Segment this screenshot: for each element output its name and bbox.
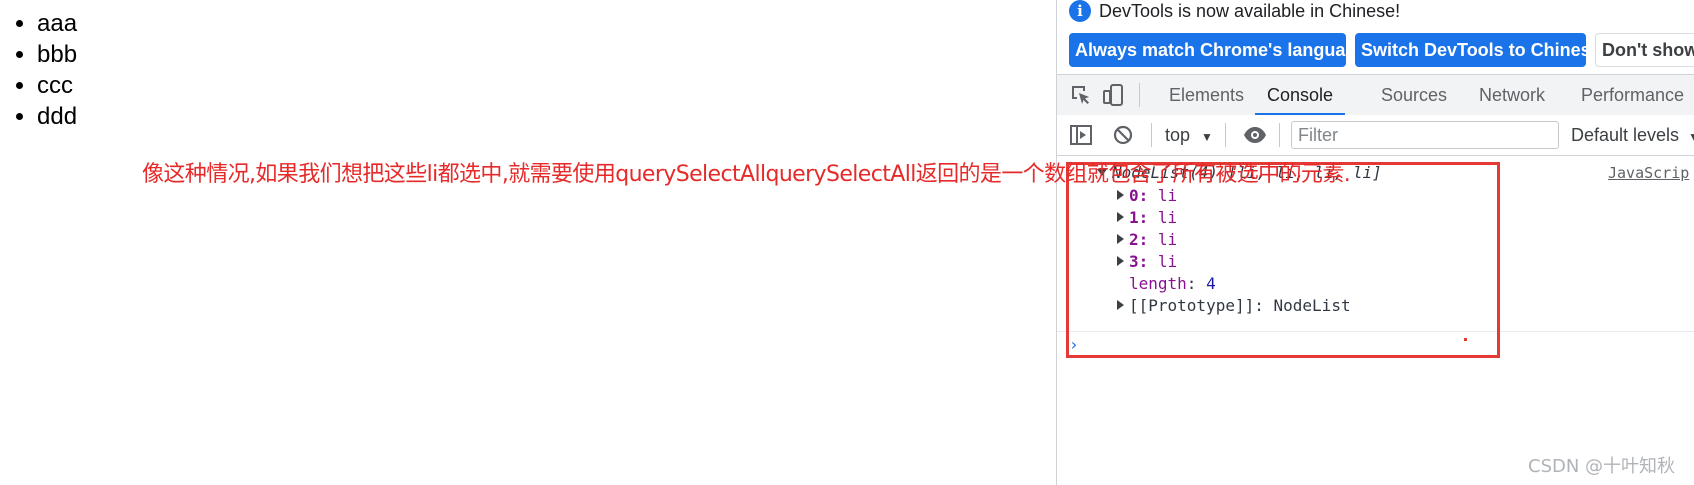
log-levels-dropdown[interactable]: Default levels ▼ (1571, 115, 1694, 155)
separator (1151, 123, 1152, 147)
tab-sources[interactable]: Sources (1381, 75, 1447, 115)
list-item: aaa (37, 8, 77, 39)
filter-input[interactable]: Filter (1291, 121, 1559, 149)
device-toolbar-icon[interactable] (1101, 83, 1125, 107)
clear-console-icon[interactable] (1111, 123, 1135, 147)
tab-performance[interactable]: Performance (1581, 75, 1684, 115)
devtools-tabbar: Elements Console Sources Network Perform… (1057, 74, 1694, 116)
chevron-down-icon: ▼ (1688, 130, 1694, 144)
switch-to-chinese-button[interactable]: Switch DevTools to Chinese (1355, 33, 1601, 67)
inspect-element-icon[interactable] (1069, 83, 1093, 107)
sidebar-toggle-icon[interactable] (1069, 123, 1093, 147)
context-label: top (1165, 125, 1191, 145)
chevron-down-icon: ▼ (1201, 130, 1213, 144)
highlight-box (1066, 162, 1500, 358)
red-dot-mark (1464, 338, 1467, 341)
watermark: CSDN @十叶知秋 (1528, 456, 1676, 477)
log-levels-label: Default levels (1571, 125, 1680, 145)
separator (1139, 83, 1140, 107)
console-toolbar: top ▼ Filter Default levels ▼ (1057, 115, 1694, 156)
list-item: ccc (37, 70, 77, 101)
page-list: aaa bbb ccc ddd (16, 8, 77, 132)
list-item: bbb (37, 39, 77, 70)
tab-console[interactable]: Console (1255, 75, 1346, 115)
infobar-message: DevTools is now available in Chinese! (1099, 1, 1401, 21)
list-item: ddd (37, 101, 77, 132)
match-language-button[interactable]: Always match Chrome's language (1069, 33, 1366, 67)
dont-show-button[interactable]: Don't show (1595, 33, 1694, 67)
language-infobar: i DevTools is now available in Chinese! … (1057, 0, 1694, 72)
context-selector[interactable]: top ▼ (1165, 115, 1213, 155)
source-link[interactable]: JavaScrip (1608, 164, 1689, 182)
tab-network[interactable]: Network (1479, 75, 1545, 115)
annotation-text: 像这种情况,如果我们想把这些li都选中,就需要使用querySelectAllq… (142, 162, 1351, 187)
separator (1279, 123, 1280, 147)
separator (1225, 123, 1226, 147)
tab-elements[interactable]: Elements (1169, 75, 1244, 115)
live-expression-eye-icon[interactable] (1243, 123, 1267, 147)
info-icon: i (1069, 0, 1091, 22)
